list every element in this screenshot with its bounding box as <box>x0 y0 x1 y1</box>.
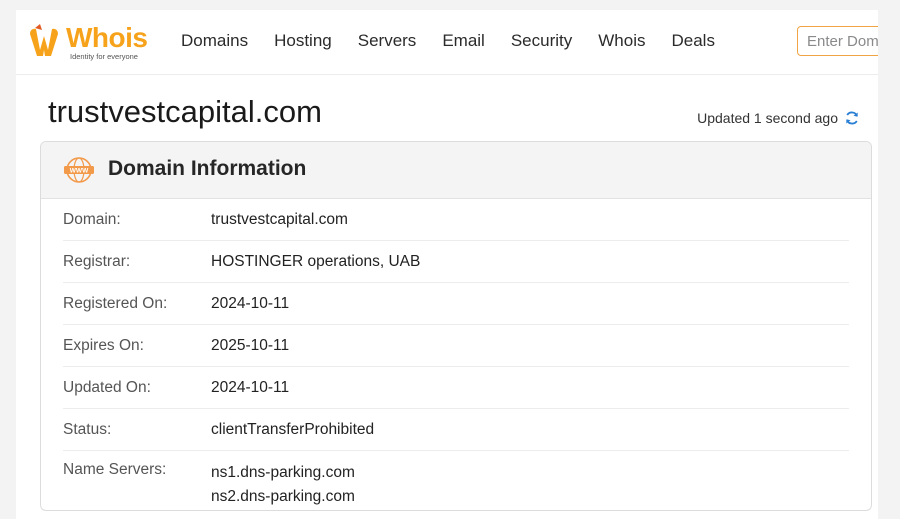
whois-logo-icon <box>30 24 58 56</box>
table-row: Updated On: 2024-10-11 <box>63 367 849 409</box>
table-row: Status: clientTransferProhibited <box>63 409 849 451</box>
nav-item-deals[interactable]: Deals <box>671 31 714 51</box>
nav-item-email[interactable]: Email <box>442 31 485 51</box>
nav-item-security[interactable]: Security <box>511 31 572 51</box>
logo-wordmark: Whois <box>66 22 148 53</box>
main-nav: Domains Hosting Servers Email Security W… <box>181 31 741 51</box>
row-value: 2024-10-11 <box>211 378 290 396</box>
row-value: trustvestcapital.com <box>211 210 348 228</box>
row-value: HOSTINGER operations, UAB <box>211 252 421 270</box>
svg-text:WWW: WWW <box>70 168 89 175</box>
table-row: Domain: trustvestcapital.com <box>63 199 849 241</box>
row-value: 2025-10-11 <box>211 336 290 354</box>
row-value: clientTransferProhibited <box>211 420 375 438</box>
domain-info-table: Domain: trustvestcapital.com Registrar: … <box>41 199 871 509</box>
row-value: 2024-10-11 <box>211 294 290 312</box>
row-label: Registrar: <box>63 252 131 270</box>
table-row: Expires On: 2025-10-11 <box>63 325 849 367</box>
name-server-1: ns1.dns-parking.com <box>211 464 355 481</box>
refresh-icon[interactable] <box>844 110 860 126</box>
updated-text: Updated 1 second ago <box>697 110 838 126</box>
row-label: Name Servers: <box>63 461 167 478</box>
row-label: Domain: <box>63 210 121 228</box>
nav-item-whois[interactable]: Whois <box>598 31 645 51</box>
name-server-2: ns2.dns-parking.com <box>211 488 355 505</box>
row-label: Expires On: <box>63 336 144 354</box>
card-header: WWW Domain Information <box>41 142 871 199</box>
logo-tagline: Identity for everyone <box>70 52 138 61</box>
www-globe-icon: WWW <box>64 157 94 183</box>
page-title: trustvestcapital.com <box>48 94 322 129</box>
card-title: Domain Information <box>108 157 307 180</box>
page: Whois Identity for everyone Domains Host… <box>16 10 878 519</box>
domain-information-card: WWW Domain Information Domain: trustvest… <box>40 141 872 511</box>
row-label: Registered On: <box>63 294 168 312</box>
table-row-name-servers: Name Servers: ns1.dns-parking.com ns2.dn… <box>63 451 849 509</box>
nav-item-hosting[interactable]: Hosting <box>274 31 332 51</box>
row-label: Status: <box>63 420 112 438</box>
updated-status: Updated 1 second ago <box>697 110 860 126</box>
name-servers-value: ns1.dns-parking.com ns2.dns-parking.com <box>211 461 355 509</box>
table-row: Registrar: HOSTINGER operations, UAB <box>63 241 849 283</box>
nav-item-servers[interactable]: Servers <box>358 31 417 51</box>
site-header: Whois Identity for everyone Domains Host… <box>16 10 878 75</box>
table-row: Registered On: 2024-10-11 <box>63 283 849 325</box>
nav-item-domains[interactable]: Domains <box>181 31 248 51</box>
row-label: Updated On: <box>63 378 151 396</box>
search-input[interactable] <box>797 26 878 56</box>
whois-logo[interactable]: Whois Identity for everyone <box>26 22 162 62</box>
